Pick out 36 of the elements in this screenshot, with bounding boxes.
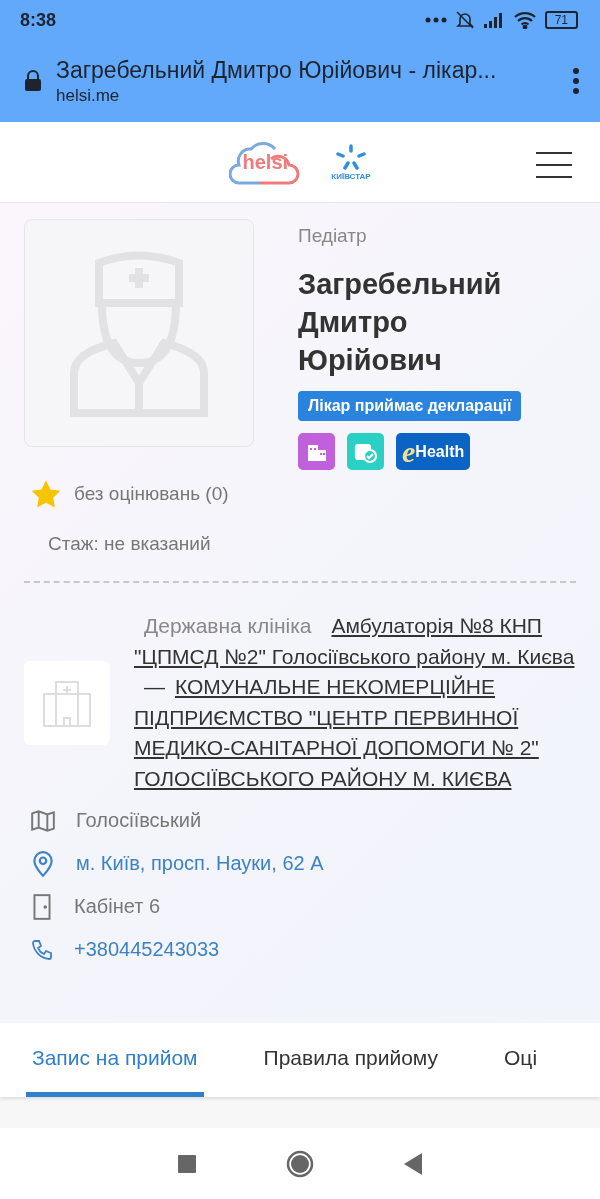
menu-icon[interactable]: [536, 152, 572, 178]
phone-icon: [30, 937, 54, 962]
status-time: 8:38: [20, 9, 57, 31]
address-text[interactable]: м. Київ, просп. Науки, 62 А: [76, 852, 324, 875]
tab[interactable]: Оці: [498, 1023, 544, 1097]
muted-bell-icon: [454, 10, 475, 30]
tab[interactable]: Правила прийому: [257, 1023, 445, 1097]
recent-apps-icon[interactable]: [178, 1154, 196, 1173]
phone-text[interactable]: +380445243033: [74, 938, 220, 961]
battery-icon: 71: [544, 11, 578, 29]
signal-icon: [482, 11, 505, 29]
more-menu-icon[interactable]: [572, 68, 580, 94]
door-icon: [30, 892, 54, 921]
back-icon[interactable]: [404, 1152, 422, 1175]
lock-icon: [24, 70, 42, 92]
helsi-logo[interactable]: helsi: [229, 137, 302, 187]
building-icon: [298, 433, 335, 470]
doctor-name: Загребельний Дмитро Юрійович: [298, 267, 503, 378]
star-icon: [30, 479, 62, 509]
url-text[interactable]: helsi.me: [56, 85, 558, 106]
clinic-building-icon: [24, 660, 110, 745]
room-text: Кабінет 6: [74, 895, 160, 918]
kyivstar-logo[interactable]: КИЇВСТАР: [331, 143, 371, 181]
rating-text: без оцінювань (0): [74, 483, 229, 505]
experience-text: Стаж: не вказаний: [48, 533, 212, 555]
location-pin-icon: [30, 849, 56, 878]
specialty-text: Педіатр: [298, 225, 368, 247]
more-dots-icon: [424, 17, 447, 23]
declaration-badge: Лікар приймає декларації: [298, 391, 522, 421]
wifi-icon: [512, 11, 537, 29]
home-icon[interactable]: [286, 1149, 314, 1178]
clinic-description[interactable]: Державна клініка Амбулаторія №8 КНП "ЦПМСД №2" Голосіївського району м. Києва — КОМУНАЛЬНЕ НЕКОМЕРЦІЙНЕ ПІДПРИЄМСТВО "ЦЕНТР ПЕРВИННОЇ МЕДИКО-САНІТАРНОЇ ДОПОМОГИ № 2" ГОЛОСІЇВСЬКОГО РАЙОНУ М. КИЄВА: [134, 611, 576, 794]
calendar-check-icon: [347, 433, 384, 470]
map-icon: [30, 807, 56, 834]
page-title: Загребельний Дмитро Юрійович - лікар...: [56, 56, 498, 84]
district-text: Голосіївський: [76, 809, 202, 832]
